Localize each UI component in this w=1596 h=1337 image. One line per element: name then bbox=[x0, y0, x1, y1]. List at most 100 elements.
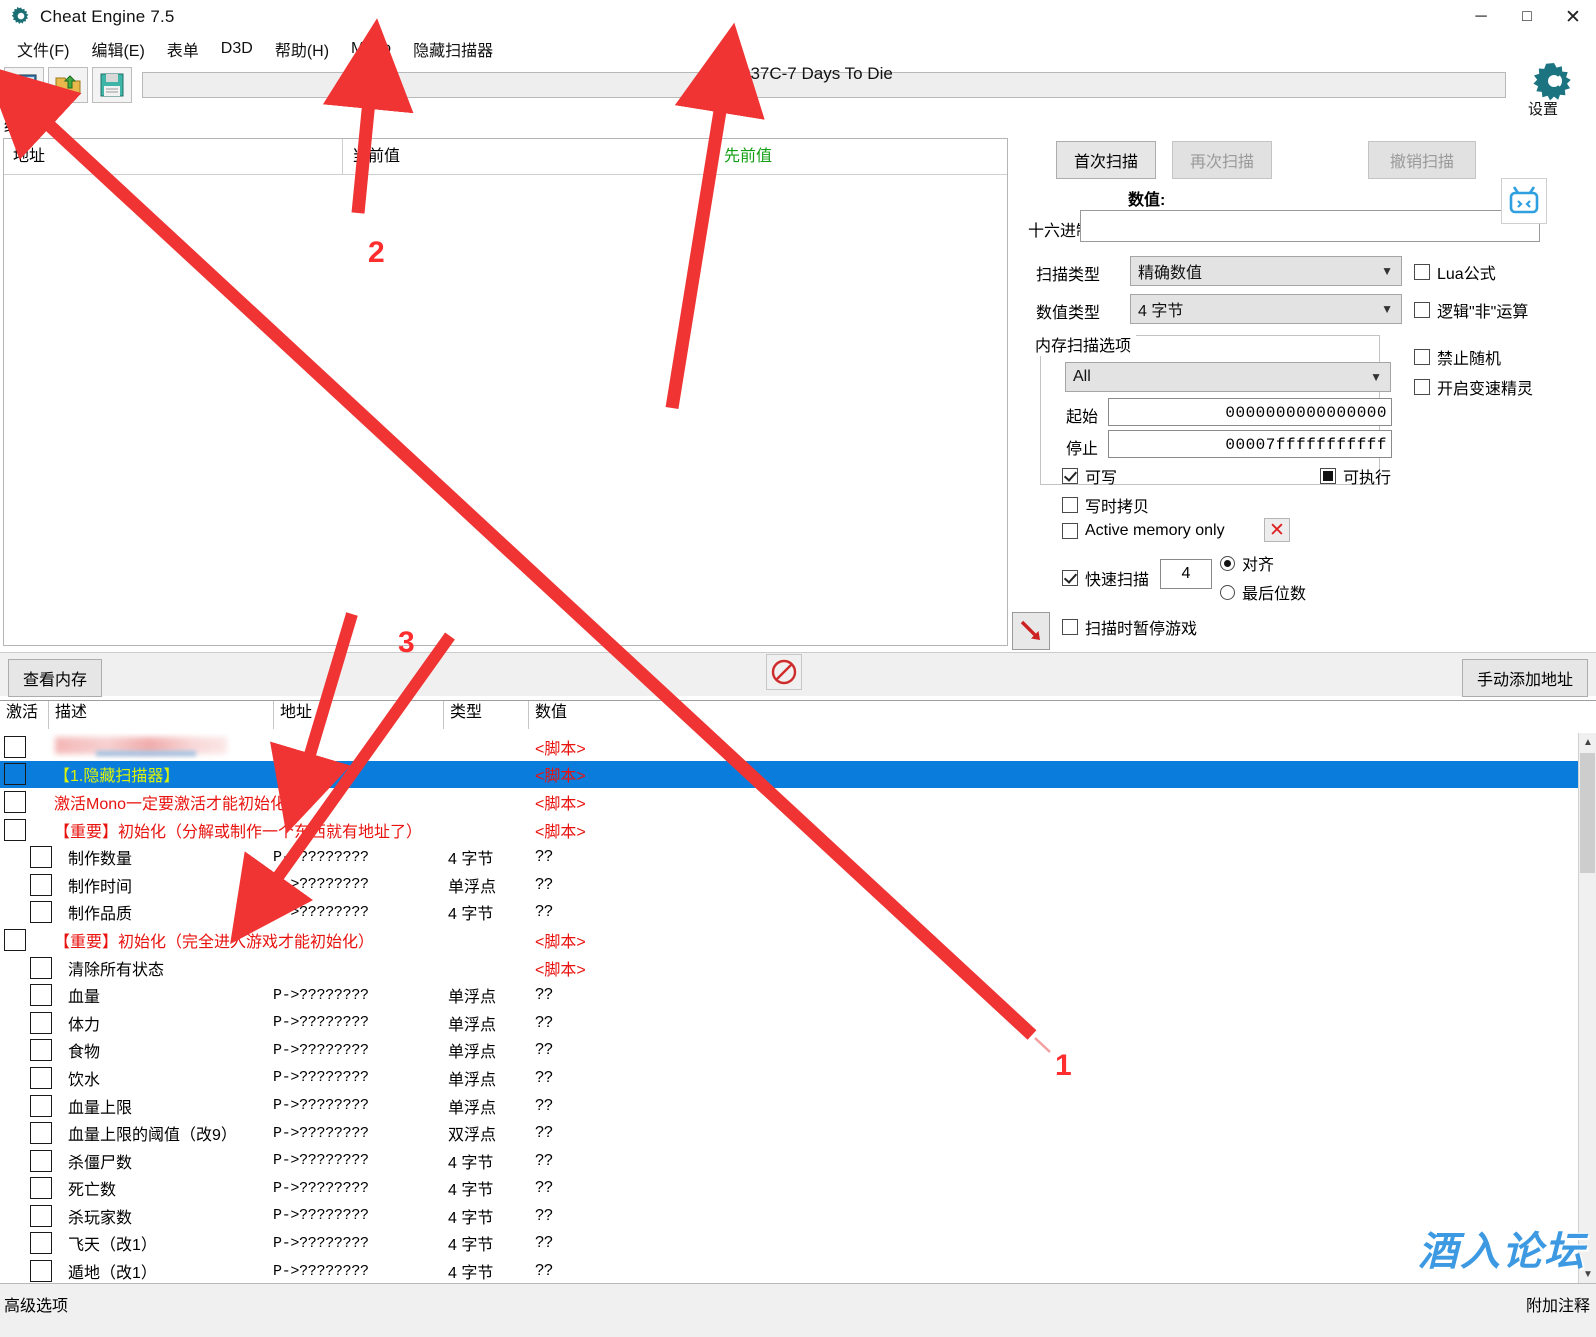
results-col-address[interactable]: 地址 bbox=[4, 139, 342, 175]
table-row[interactable]: 血量上限的阈值（改9） P->???????? 双浮点?? bbox=[0, 1119, 1578, 1147]
table-row[interactable]: 遁地（改1） P->???????? 4 字节?? bbox=[0, 1257, 1578, 1283]
next-scan-button[interactable]: 再次扫描 bbox=[1172, 141, 1272, 179]
row-activate-checkbox[interactable] bbox=[30, 1066, 52, 1089]
active-memory-only-option[interactable]: Active memory only bbox=[1062, 522, 1225, 540]
table-row[interactable]: 【重要】初始化（完全进入游戏才能初始化） <脚本> bbox=[0, 926, 1578, 954]
scan-type-dropdown[interactable]: 精确数值 ▼ bbox=[1130, 256, 1402, 286]
table-row[interactable]: 【重要】初始化（分解或制作一个东西就有地址了） <脚本> bbox=[0, 816, 1578, 844]
last-digits-option[interactable]: 最后位数 bbox=[1220, 580, 1306, 604]
table-row[interactable]: <脚本> bbox=[0, 733, 1578, 761]
scroll-up-arrow-icon[interactable]: ▲ bbox=[1579, 733, 1596, 751]
advanced-options-label[interactable]: 高级选项 bbox=[4, 1292, 68, 1316]
row-activate-checkbox[interactable] bbox=[30, 984, 52, 1007]
table-row[interactable]: 食物 P->???????? 单浮点?? bbox=[0, 1037, 1578, 1065]
copy-on-write-checkbox[interactable] bbox=[1062, 497, 1078, 513]
writable-checkbox[interactable] bbox=[1062, 468, 1078, 484]
menu-table[interactable]: 表单 bbox=[156, 34, 210, 64]
row-activate-checkbox[interactable] bbox=[30, 1232, 52, 1255]
speedhack-option[interactable]: 开启变速精灵 bbox=[1414, 375, 1533, 399]
results-col-current[interactable]: 当前值 bbox=[342, 138, 714, 175]
table-row[interactable]: 制作品质 P->???????? 4 字节?? bbox=[0, 899, 1578, 927]
row-activate-checkbox[interactable] bbox=[30, 1011, 52, 1034]
table-row[interactable]: 杀僵尸数 P->???????? 4 字节?? bbox=[0, 1147, 1578, 1175]
lua-formula-option[interactable]: Lua公式 bbox=[1414, 260, 1496, 284]
writable-option[interactable]: 可写 bbox=[1062, 464, 1117, 488]
no-random-checkbox[interactable] bbox=[1414, 349, 1430, 365]
menu-mono[interactable]: Mono bbox=[340, 37, 402, 61]
table-row[interactable]: 血量上限 P->???????? 单浮点?? bbox=[0, 1092, 1578, 1120]
add-address-manually-button[interactable]: 手动添加地址 bbox=[1461, 659, 1588, 697]
speedhack-checkbox[interactable] bbox=[1414, 379, 1430, 395]
open-file-button[interactable] bbox=[48, 67, 88, 103]
fast-scan-option[interactable]: 快速扫描 bbox=[1062, 566, 1149, 590]
lua-formula-checkbox[interactable] bbox=[1414, 264, 1430, 280]
row-activate-checkbox[interactable] bbox=[4, 763, 26, 786]
view-memory-button[interactable]: 查看内存 bbox=[8, 659, 103, 697]
row-activate-checkbox[interactable] bbox=[30, 956, 52, 979]
table-col-description[interactable]: 描述 bbox=[48, 701, 273, 729]
row-activate-checkbox[interactable] bbox=[30, 1260, 52, 1283]
menu-file[interactable]: 文件(F) bbox=[6, 34, 80, 64]
table-row[interactable]: 杀玩家数 P->???????? 4 字节?? bbox=[0, 1202, 1578, 1230]
logic-not-option[interactable]: 逻辑"非"运算 bbox=[1414, 298, 1528, 322]
row-activate-checkbox[interactable] bbox=[30, 1094, 52, 1117]
table-col-address[interactable]: 地址 bbox=[273, 701, 443, 729]
minimize-button[interactable]: ─ bbox=[1458, 0, 1504, 34]
table-row[interactable]: 饮水 P->???????? 单浮点?? bbox=[0, 1064, 1578, 1092]
row-activate-checkbox[interactable] bbox=[30, 1177, 52, 1200]
no-random-option[interactable]: 禁止随机 bbox=[1414, 345, 1501, 369]
undo-scan-button[interactable]: 撤销扫描 bbox=[1368, 141, 1476, 179]
pause-while-scanning-option[interactable]: 扫描时暂停游戏 bbox=[1062, 615, 1197, 639]
table-row[interactable]: 死亡数 P->???????? 4 字节?? bbox=[0, 1175, 1578, 1203]
alignment-option[interactable]: 对齐 bbox=[1220, 551, 1274, 575]
table-row[interactable]: 体力 P->???????? 单浮点?? bbox=[0, 1009, 1578, 1037]
save-button[interactable] bbox=[92, 67, 132, 103]
table-col-value[interactable]: 数值 bbox=[528, 701, 1596, 729]
fast-scan-checkbox[interactable] bbox=[1062, 570, 1078, 586]
value-type-dropdown[interactable]: 4 字节 ▼ bbox=[1130, 294, 1402, 324]
cheat-table-scrollbar[interactable]: ▲ ▼ bbox=[1578, 733, 1596, 1283]
table-row[interactable]: 激活Mono一定要激活才能初始化 <脚本> bbox=[0, 788, 1578, 816]
row-activate-checkbox[interactable] bbox=[4, 790, 26, 813]
open-process-button[interactable] bbox=[4, 67, 44, 103]
last-digits-radio[interactable] bbox=[1220, 584, 1235, 600]
tv-icon[interactable] bbox=[1501, 178, 1547, 224]
row-activate-checkbox[interactable] bbox=[30, 1122, 52, 1145]
row-activate-checkbox[interactable] bbox=[30, 873, 52, 896]
stop-address-input[interactable]: 00007fffffffffff bbox=[1108, 430, 1392, 458]
logic-not-checkbox[interactable] bbox=[1414, 302, 1430, 318]
row-activate-checkbox[interactable] bbox=[4, 928, 26, 951]
executable-option[interactable]: 可执行 bbox=[1320, 464, 1391, 488]
table-row[interactable]: 制作数量 P->???????? 4 字节?? bbox=[0, 843, 1578, 871]
table-row[interactable]: 血量 P->???????? 单浮点?? bbox=[0, 981, 1578, 1009]
menu-d3d[interactable]: D3D bbox=[210, 37, 264, 61]
row-activate-checkbox[interactable] bbox=[4, 735, 26, 758]
scan-results-panel[interactable]: 地址 当前值 先前值 bbox=[3, 138, 1008, 646]
table-col-type[interactable]: 类型 bbox=[443, 701, 528, 729]
row-activate-checkbox[interactable] bbox=[4, 818, 26, 841]
menu-help[interactable]: 帮助(H) bbox=[264, 34, 340, 64]
no-entry-button[interactable] bbox=[766, 654, 802, 690]
table-row[interactable]: 制作时间 P->???????? 单浮点?? bbox=[0, 871, 1578, 899]
start-address-input[interactable]: 0000000000000000 bbox=[1108, 398, 1392, 426]
scan-value-input[interactable] bbox=[1080, 210, 1540, 242]
row-activate-checkbox[interactable] bbox=[30, 901, 52, 924]
table-col-active[interactable]: 激活 bbox=[0, 701, 48, 729]
pause-while-scanning-checkbox[interactable] bbox=[1062, 619, 1078, 635]
active-memory-only-checkbox[interactable] bbox=[1062, 523, 1078, 539]
alignment-radio[interactable] bbox=[1220, 555, 1235, 571]
menu-hide-scanner[interactable]: 隐藏扫描器 bbox=[402, 34, 504, 64]
table-row[interactable]: 清除所有状态 <脚本> bbox=[0, 954, 1578, 982]
menu-edit[interactable]: 编辑(E) bbox=[80, 34, 155, 64]
table-row[interactable]: 【1.隐藏扫描器】 <脚本> bbox=[0, 760, 1578, 789]
row-activate-checkbox[interactable] bbox=[30, 846, 52, 869]
table-row[interactable]: 飞天（改1） P->???????? 4 字节?? bbox=[0, 1230, 1578, 1258]
row-activate-checkbox[interactable] bbox=[30, 1149, 52, 1172]
first-scan-button[interactable]: 首次扫描 bbox=[1056, 141, 1156, 179]
results-col-previous[interactable]: 先前值 bbox=[714, 138, 1007, 175]
settings-button[interactable]: 设置 bbox=[1516, 63, 1592, 118]
close-button[interactable]: ✕ bbox=[1550, 0, 1596, 34]
fast-scan-value-input[interactable]: 4 bbox=[1160, 559, 1212, 589]
executable-checkbox[interactable] bbox=[1320, 468, 1336, 484]
collapse-scanner-button[interactable] bbox=[1012, 612, 1050, 650]
